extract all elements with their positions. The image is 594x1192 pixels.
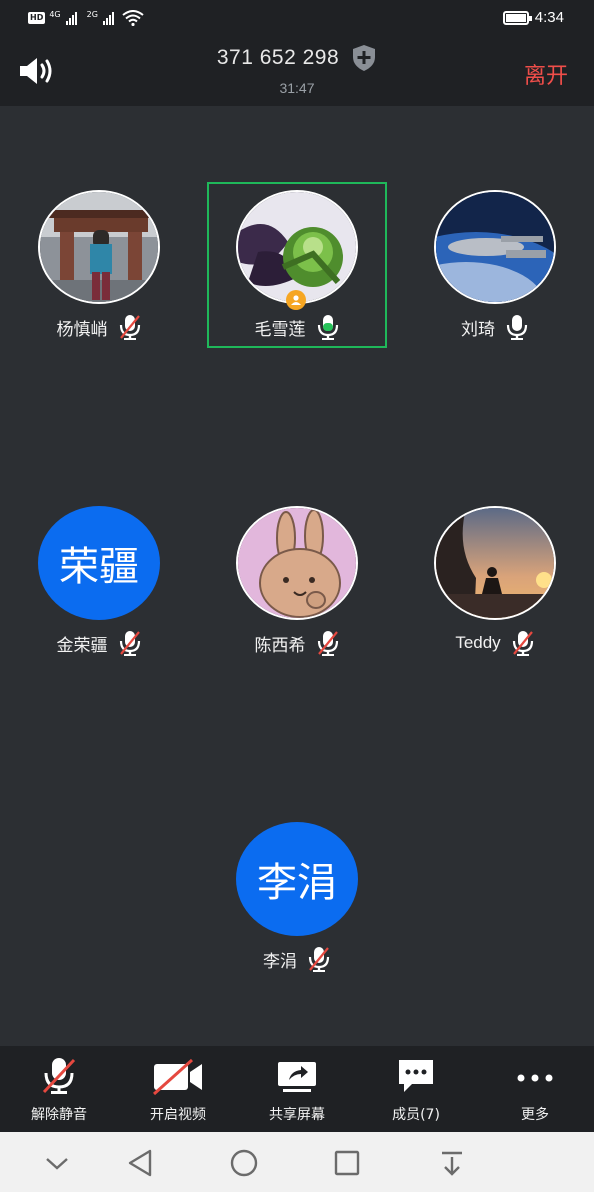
share-screen-label: 共享屏幕 [269,1107,325,1123]
host-badge-icon [286,290,306,310]
hd-badge: HD [28,12,46,24]
start-video-label: 开启视频 [150,1107,206,1123]
participant-name: 陈西希 [254,635,306,656]
participant-name-row: 毛雪莲 [207,314,387,340]
participant-name-row: 杨慎峭 [9,314,189,340]
avatar: 荣疆 [38,506,160,620]
home-icon[interactable] [227,1146,261,1180]
avatar [38,190,160,304]
start-video-button[interactable]: 开启视频 [119,1046,237,1132]
shield-plus-icon[interactable] [351,44,377,72]
status-time: 4:34 [534,9,564,26]
battery-icon [502,10,532,25]
mic-muted-icon [119,631,140,656]
more-button[interactable]: 更多 [476,1046,594,1132]
avatar [236,506,358,620]
share-screen-icon [278,1062,316,1092]
avatar [236,190,358,304]
meeting-id[interactable]: 371 652 298 [217,46,339,70]
participant-tile[interactable]: 李涓 李涓 [207,814,387,984]
network-type-1: 4G [49,10,61,19]
participant-name: 毛雪莲 [254,319,306,340]
mic-muted-icon [512,631,533,656]
leave-button[interactable]: 离开 [524,58,568,90]
mic-muted-icon [119,315,140,340]
signal-icon-2 [102,11,114,25]
mic-muted-icon [42,1058,76,1094]
meeting-id-row: 371 652 298 [0,44,594,72]
meeting-duration: 31:47 [279,80,315,96]
mic-muted-icon [308,947,330,972]
participant-name-row: 金荣疆 [9,630,189,656]
participant-tile[interactable]: 毛雪莲 [207,182,387,352]
unmute-label: 解除静音 [31,1107,87,1123]
participant-tile[interactable]: 荣疆 金荣疆 [9,498,189,668]
chat-bubble-icon [399,1060,433,1092]
participant-name: 刘琦 [461,319,495,340]
meeting-toolbar: 解除静音 开启视频 共享屏幕 成员(7) 更多 [0,1046,594,1132]
participant-tile[interactable]: 刘琦 [405,182,585,352]
participant-name: 金荣疆 [56,635,108,656]
participant-name: 李涓 [263,951,297,972]
chevron-down-icon[interactable] [40,1146,74,1180]
more-label: 更多 [521,1107,549,1123]
status-bar: HD 4G 2G 4:34 [0,0,594,38]
participant-name: 杨慎峭 [56,319,108,340]
system-nav-bar [0,1132,594,1192]
mic-active-icon [317,315,338,340]
status-left: HD 4G 2G [28,10,144,26]
participant-name-row: Teddy [405,630,585,656]
participant-name-row: 刘琦 [405,314,585,340]
signal-icon [65,11,77,25]
participant-name-row: 陈西希 [207,630,387,656]
avatar: 李涓 [236,822,358,936]
members-button[interactable]: 成员(7) [357,1046,475,1132]
participant-name-row: 李涓 [207,946,387,972]
participant-name: Teddy [455,633,501,652]
back-icon[interactable] [124,1146,158,1180]
share-screen-button[interactable]: 共享屏幕 [238,1046,356,1132]
participant-tile[interactable]: 杨慎峭 [9,182,189,352]
network-type-2: 2G [86,10,98,19]
mic-icon [506,315,528,340]
wifi-icon [122,10,144,26]
unmute-button[interactable]: 解除静音 [0,1046,118,1132]
members-label: 成员(7) [392,1107,440,1123]
participant-tile[interactable]: 陈西希 [207,498,387,668]
avatar [434,506,556,620]
mic-muted-icon [317,631,338,656]
avatar [434,190,556,304]
meeting-header: 371 652 298 31:47 离开 [0,38,594,106]
recents-icon[interactable] [330,1146,364,1180]
video-off-icon [152,1058,202,1096]
participant-tile[interactable]: Teddy [405,498,585,668]
status-right: 4:34 [502,9,564,26]
more-dots-icon [517,1074,553,1082]
notification-pull-icon[interactable] [435,1146,469,1180]
